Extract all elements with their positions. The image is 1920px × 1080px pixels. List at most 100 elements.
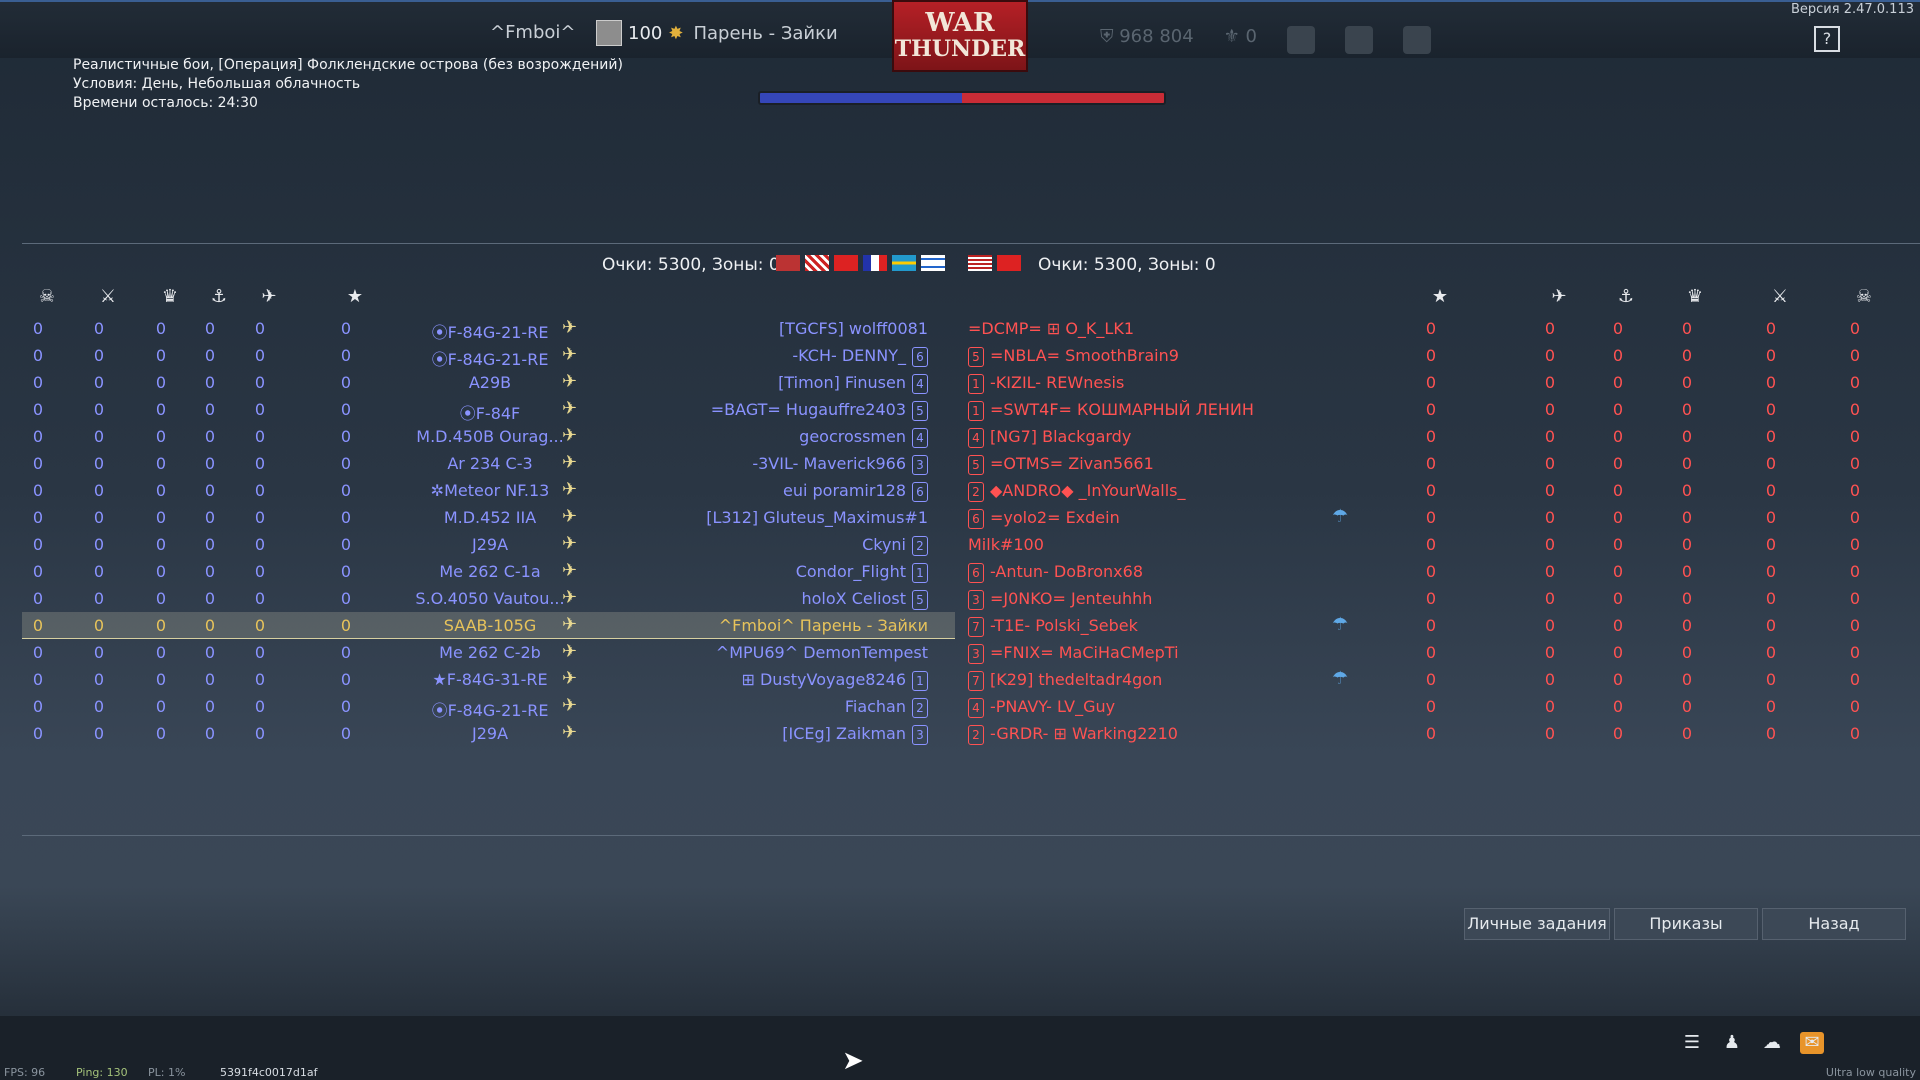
table-row[interactable]: 0 0 0 0 0 0 ✲Meteor NF.13 ✈ euі poramir128 6 2 ◆AND… bbox=[22, 477, 1920, 503]
ally-player[interactable]: [TGCFS] wolff0081 bbox=[628, 319, 928, 338]
enemy-player[interactable]: 1 -KIZIL- REWnesis bbox=[968, 373, 1298, 394]
divider bbox=[22, 835, 1920, 836]
stat-cell: 0 bbox=[93, 346, 105, 365]
squad-nickname[interactable]: ^Fmboi^ bbox=[490, 22, 576, 43]
enemy-player[interactable]: 5 =NBLA= SmoothBrain9 bbox=[968, 346, 1298, 367]
table-row[interactable]: 0 0 0 0 0 0 SAAB-105G ✈ ^Fmboi^ Парень - Зайки 7-… bbox=[22, 612, 1920, 639]
stat-cell: 0 bbox=[1544, 508, 1556, 527]
table-row[interactable]: 0 0 0 0 0 0 ⦿F-84G-21-RE ✈ Fiachan 2 4 -PNAVY- LV_G… bbox=[22, 693, 1920, 720]
table-row[interactable]: 0 0 0 0 0 0 ⦿F-84F ✈ =BAGT= Hugauffre2403 5 1 =SWT4… bbox=[22, 396, 1920, 423]
table-row[interactable]: 0 0 0 0 0 0 M.D.450B Ourag... ✈ geocrossmen 4 4 [NG… bbox=[22, 423, 1920, 449]
contacts-icon[interactable]: ♟ bbox=[1720, 1032, 1744, 1054]
stat-cell: 0 bbox=[155, 697, 167, 716]
stat-cell: 0 bbox=[1425, 670, 1437, 689]
flag-icon bbox=[776, 255, 800, 271]
table-row[interactable]: 0 0 0 0 0 0 A29B ✈ [Timon] Finusen 4 1 -KIZIL- REWn… bbox=[22, 369, 1920, 395]
stat-cell: 0 bbox=[1849, 508, 1861, 527]
battle-info: Реалистичные бои, [Операция] Фолклендски… bbox=[73, 56, 623, 113]
stat-cell: 0 bbox=[93, 481, 105, 500]
table-row[interactable]: 0 0 0 0 0 0 S.O.4050 Vautou... ✈ holoX Celiost 5 3… bbox=[22, 585, 1920, 611]
enemy-player[interactable]: 2 ◆ANDRO◆ _InYourWalls_ bbox=[968, 481, 1298, 502]
score-star-icon: ★ bbox=[346, 286, 364, 307]
stat-cell: 0 bbox=[1765, 481, 1777, 500]
stat-cell: 0 bbox=[1765, 724, 1777, 743]
enemy-player[interactable]: 3 =FNIX= MaCiHaCMepTi bbox=[968, 643, 1298, 664]
vehicle-name: ⦿F-84G-21-RE bbox=[431, 350, 549, 369]
stat-cell: 0 bbox=[340, 346, 352, 365]
ally-player[interactable]: ^Fmboi^ Парень - Зайки bbox=[628, 616, 928, 635]
enemy-player[interactable]: 6 -Antun- DoBronx68 bbox=[968, 562, 1298, 583]
ally-player[interactable]: -3VIL- Maverick966 3 bbox=[628, 454, 928, 475]
stat-cell: 0 bbox=[1681, 346, 1693, 365]
achievement-icon[interactable] bbox=[1286, 26, 1315, 54]
rank-badge: 2 bbox=[968, 725, 984, 745]
enemy-player[interactable]: 5 =OTMS= Zivan5661 bbox=[968, 454, 1298, 475]
team-strength-bar bbox=[758, 91, 1166, 105]
enemy-player[interactable]: 4 [NG7] Blackgardy bbox=[968, 427, 1298, 448]
ally-player[interactable]: holoX Celiost 5 bbox=[628, 589, 928, 610]
wallet-icon[interactable] bbox=[1402, 26, 1431, 54]
rank-badge: 6 bbox=[912, 482, 928, 502]
stat-cell: 0 bbox=[155, 535, 167, 554]
plane-icon: ✈ bbox=[562, 317, 578, 338]
stat-cell: 0 bbox=[32, 724, 44, 743]
table-row[interactable]: 0 0 0 0 0 0 ★F-84G-31-RE ✈ ⊞ DustyVoyage8246 1 7 [K… bbox=[22, 666, 1920, 692]
stat-cell: 0 bbox=[1425, 481, 1437, 500]
enemy-player[interactable]: 4 -PNAVY- LV_Guy bbox=[968, 697, 1298, 718]
stat-cell: 0 bbox=[155, 346, 167, 365]
stat-cell: 0 bbox=[1681, 724, 1693, 743]
table-row[interactable]: 0 0 0 0 0 0 J29A ✈ [ICEg] Zaikman 3 2 -GRDR- ⊞ Wark… bbox=[22, 720, 1920, 746]
ally-player[interactable]: Fiachan 2 bbox=[628, 697, 928, 718]
premium-icon[interactable] bbox=[1344, 26, 1373, 54]
avatar[interactable] bbox=[596, 20, 622, 46]
enemy-player[interactable]: 7 [K29] thedeltadr4gon bbox=[968, 670, 1298, 691]
rank-badge: 3 bbox=[912, 455, 928, 475]
enemy-player[interactable]: 3 =J0NKO= Jenteuhhh bbox=[968, 589, 1298, 610]
vehicle-name: ⦿F-84F bbox=[459, 404, 521, 423]
ally-player[interactable]: ^MPU69^ DemonTempest bbox=[628, 643, 928, 662]
ally-player[interactable]: euі poramir128 6 bbox=[628, 481, 928, 502]
enemy-player[interactable]: =DCMP= ⊞ O_K_LK1 bbox=[968, 319, 1298, 338]
ally-player[interactable]: [ICEg] Zaikman 3 bbox=[628, 724, 928, 745]
ally-player[interactable]: Ckyni 2 bbox=[628, 535, 928, 556]
ally-player[interactable]: Condor_Flight 1 bbox=[628, 562, 928, 583]
enemy-player[interactable]: 2 -GRDR- ⊞ Warking2210 bbox=[968, 724, 1298, 745]
table-row[interactable]: 0 0 0 0 0 0 Me 262 C-2b ✈ ^MPU69^ DemonTempest 3 =… bbox=[22, 639, 1920, 665]
table-row[interactable]: 0 0 0 0 0 0 J29A ✈ Ckyni 2 Milk#100 0 0 0 0 0 0 bbox=[22, 531, 1920, 557]
help-button[interactable]: ? bbox=[1814, 26, 1840, 52]
ally-player[interactable]: -KCH- DENNY_ 6 bbox=[628, 346, 928, 367]
table-row[interactable]: 0 0 0 0 0 0 ⦿F-84G-21-RE ✈ -KCH- DENNY_ 6 5 =NBLA= … bbox=[22, 342, 1920, 369]
table-row[interactable]: 0 0 0 0 0 0 ⦿F-84G-21-RE ✈ [TGCFS] wolff0081 =DCM… bbox=[22, 315, 1920, 342]
plane-icon: ✈ bbox=[562, 371, 578, 392]
table-row[interactable]: 0 0 0 0 0 0 Me 262 C-1a ✈ Condor_Flight 1 6 -Antun-… bbox=[22, 558, 1920, 584]
rank-badge: 5 bbox=[968, 347, 984, 367]
vehicle-name: J29A bbox=[471, 724, 509, 743]
ally-flags bbox=[776, 255, 945, 271]
back-button[interactable]: Назад bbox=[1762, 908, 1906, 940]
enemy-player[interactable]: 7 -T1E- Polski_Sebek bbox=[968, 616, 1298, 637]
stat-cell: 0 bbox=[32, 346, 44, 365]
rank-badge: 4 bbox=[912, 374, 928, 394]
stat-cell: 0 bbox=[254, 697, 266, 716]
stat-cell: 0 bbox=[1612, 535, 1624, 554]
profile-block[interactable]: 100 ✸ Парень - Зайки bbox=[596, 20, 838, 46]
stat-cell: 0 bbox=[254, 454, 266, 473]
stat-cell: 0 bbox=[1849, 481, 1861, 500]
enemy-player[interactable]: 1 =SWT4F= КОШМАРНЫЙ ЛЕНИН bbox=[968, 400, 1298, 421]
ally-player[interactable]: ⊞ DustyVoyage8246 1 bbox=[628, 670, 928, 691]
orders-button[interactable]: Приказы bbox=[1614, 908, 1758, 940]
personal-tasks-button[interactable]: Личные задания bbox=[1464, 908, 1610, 940]
table-row[interactable]: 0 0 0 0 0 0 Ar 234 C-3 ✈ -3VIL- Maverick966 3 5 =OT… bbox=[22, 450, 1920, 476]
ally-player[interactable]: geocrossmen 4 bbox=[628, 427, 928, 448]
enemy-player[interactable]: Milk#100 bbox=[968, 535, 1298, 554]
enemy-player[interactable]: 6 =yolo2= Exdein bbox=[968, 508, 1298, 529]
vehicle-name: Ar 234 C-3 bbox=[447, 454, 533, 473]
ally-player[interactable]: [Timon] Finusen 4 bbox=[628, 373, 928, 394]
ally-player[interactable]: =BAGT= Hugauffre2403 5 bbox=[628, 400, 928, 421]
chat-icon[interactable]: ☁ bbox=[1760, 1032, 1784, 1054]
mail-icon[interactable]: ✉ bbox=[1800, 1032, 1824, 1054]
plane-icon: ✈ bbox=[562, 425, 578, 446]
list-icon[interactable]: ☰ bbox=[1680, 1032, 1704, 1054]
table-row[interactable]: 0 0 0 0 0 0 M.D.452 IIA ✈ [L312] Gluteus_Maximus… bbox=[22, 504, 1920, 530]
ally-player[interactable]: [L312] Gluteus_Maximus#1 bbox=[628, 508, 928, 527]
